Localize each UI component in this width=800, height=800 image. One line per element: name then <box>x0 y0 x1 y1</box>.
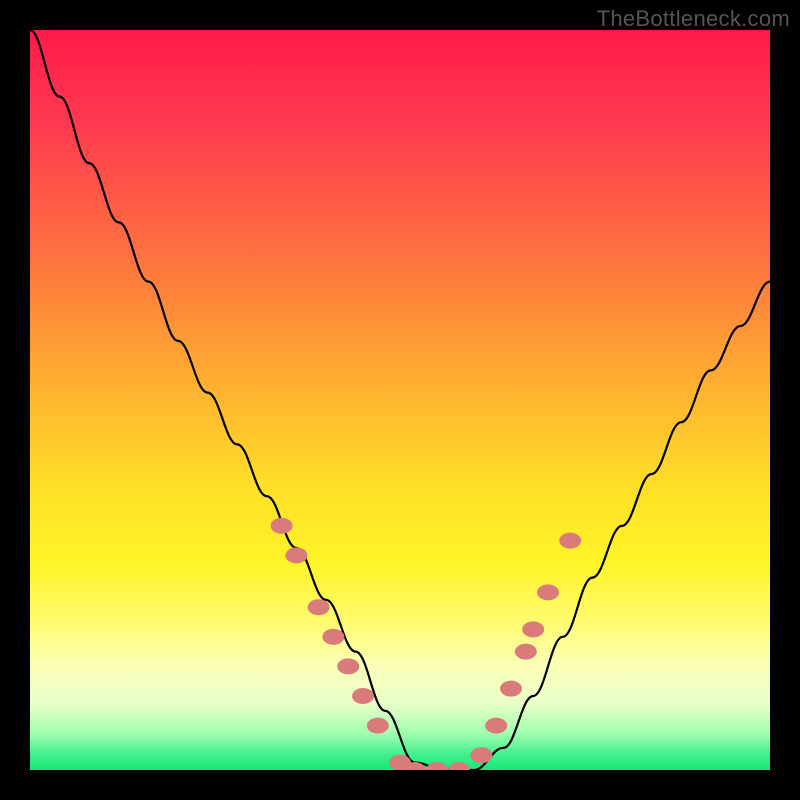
data-marker <box>559 533 581 549</box>
data-marker <box>470 747 492 763</box>
data-marker <box>522 621 544 637</box>
data-marker <box>337 658 359 674</box>
data-marker <box>448 762 470 770</box>
data-marker <box>367 718 389 734</box>
watermark-text: TheBottleneck.com <box>597 6 790 32</box>
data-marker <box>537 584 559 600</box>
data-marker <box>271 518 293 534</box>
data-marker <box>352 688 374 704</box>
marker-group <box>271 518 582 770</box>
curve-layer <box>30 30 770 770</box>
data-marker <box>500 681 522 697</box>
plot-area <box>30 30 770 770</box>
data-marker <box>308 599 330 615</box>
data-marker <box>515 644 537 660</box>
chart-frame: TheBottleneck.com <box>0 0 800 800</box>
data-marker <box>485 718 507 734</box>
data-marker <box>426 762 448 770</box>
data-marker <box>322 629 344 645</box>
bottleneck-curve <box>30 30 770 770</box>
data-marker <box>285 547 307 563</box>
